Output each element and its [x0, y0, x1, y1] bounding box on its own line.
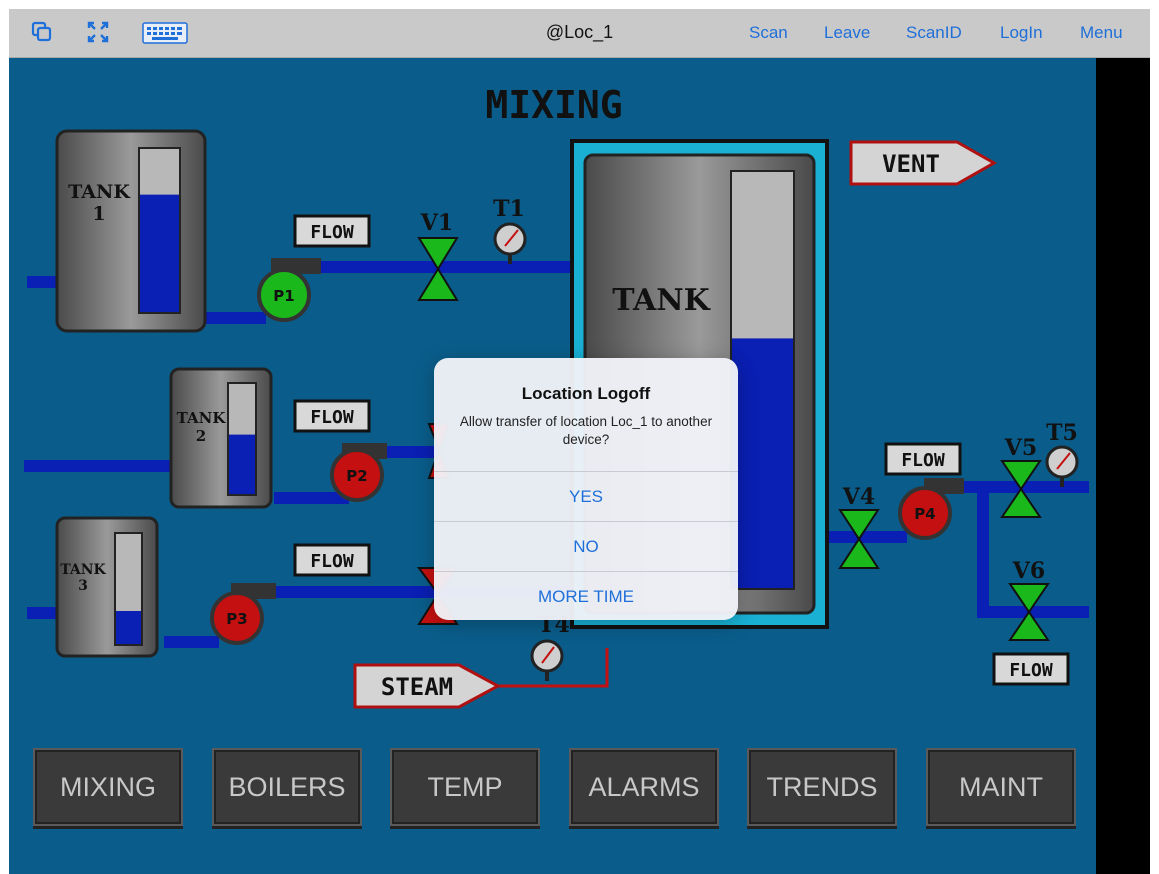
svg-text:FLOW: FLOW	[901, 450, 945, 471]
svg-text:FLOW: FLOW	[1009, 660, 1053, 681]
svg-text:T5: T5	[1046, 420, 1078, 446]
svg-text:V4: V4	[842, 484, 875, 510]
temp-gauge-t5[interactable]: T5	[1045, 420, 1079, 487]
location-logoff-dialog: Location Logoff Allow transfer of locati…	[434, 358, 738, 620]
steam-label: STEAM	[381, 673, 453, 701]
svg-text:P4: P4	[914, 505, 935, 523]
dialog-message: Allow transfer of location Loc_1 to anot…	[459, 414, 713, 447]
top-toolbar: @Loc_1 Scan Leave ScanID LogIn Menu	[9, 9, 1150, 58]
screen-title: MIXING	[485, 83, 622, 127]
scan-link[interactable]: Scan	[749, 23, 788, 43]
flow-indicator-3: FLOW	[293, 543, 371, 577]
no-button[interactable]: NO	[434, 521, 738, 571]
pump-p1[interactable]: P1	[257, 258, 321, 322]
nav-temp-button[interactable]: TEMP	[390, 748, 540, 826]
temp-gauge-t1[interactable]: T1	[493, 196, 527, 264]
fullscreen-icon[interactable]	[87, 21, 109, 48]
dialog-title: Location Logoff	[521, 384, 651, 403]
keyboard-icon[interactable]	[142, 22, 188, 49]
flow-indicator-2: FLOW	[293, 399, 371, 433]
more-time-button[interactable]: MORE TIME	[434, 571, 738, 620]
flow-indicator-5: FLOW	[992, 652, 1070, 686]
nav-alarms-button[interactable]: ALARMS	[569, 748, 719, 826]
vent-arrow[interactable]: VENT	[849, 140, 998, 186]
valve-v6[interactable]: V6	[1008, 558, 1050, 641]
svg-text:FLOW: FLOW	[310, 551, 354, 572]
scanid-link[interactable]: ScanID	[906, 23, 962, 43]
svg-text:P2: P2	[346, 467, 367, 485]
leave-link[interactable]: Leave	[824, 23, 870, 43]
svg-text:P1: P1	[273, 287, 294, 305]
tank-2[interactable]: TANK 2	[169, 367, 273, 509]
svg-text:V5: V5	[1004, 435, 1037, 461]
pump-p4[interactable]: P4	[898, 478, 964, 540]
copy-icon[interactable]	[31, 21, 53, 48]
nav-mixing-button[interactable]: MIXING	[33, 748, 183, 826]
main-tank-label: TANK	[612, 283, 710, 318]
login-link[interactable]: LogIn	[1000, 23, 1043, 43]
tank-1[interactable]: TANK 1	[55, 129, 207, 333]
temp-gauge-t4[interactable]: T4	[530, 612, 570, 681]
valve-v5[interactable]: V5	[1000, 435, 1042, 518]
pump-p3[interactable]: P3	[210, 583, 276, 645]
menu-link[interactable]: Menu	[1080, 23, 1123, 43]
svg-text:T1: T1	[493, 196, 525, 222]
tank-3[interactable]: TANK 3	[55, 516, 159, 658]
flow-indicator-1: FLOW	[293, 214, 371, 248]
yes-button[interactable]: YES	[434, 471, 738, 521]
svg-text:FLOW: FLOW	[310, 222, 354, 243]
vent-label: VENT	[882, 150, 940, 178]
nav-maint-button[interactable]: MAINT	[926, 748, 1076, 826]
mixing-screen: MIXING TANK 1 TANK 2 TANK 3 TANK VENT ST…	[9, 58, 1096, 874]
nav-boilers-button[interactable]: BOILERS	[212, 748, 362, 826]
valve-v4[interactable]: V4	[838, 484, 880, 569]
nav-trends-button[interactable]: TRENDS	[747, 748, 897, 826]
app-frame: @Loc_1 Scan Leave ScanID LogIn Menu MIXI…	[9, 9, 1150, 874]
svg-text:P3: P3	[226, 610, 247, 628]
svg-text:V1: V1	[420, 210, 453, 236]
svg-text:FLOW: FLOW	[310, 407, 354, 428]
valve-v1[interactable]: V1	[417, 210, 459, 301]
flow-indicator-4: FLOW	[884, 442, 962, 476]
svg-text:V6: V6	[1012, 558, 1045, 584]
steam-arrow[interactable]: STEAM	[353, 663, 502, 709]
pump-p2[interactable]: P2	[330, 443, 387, 502]
